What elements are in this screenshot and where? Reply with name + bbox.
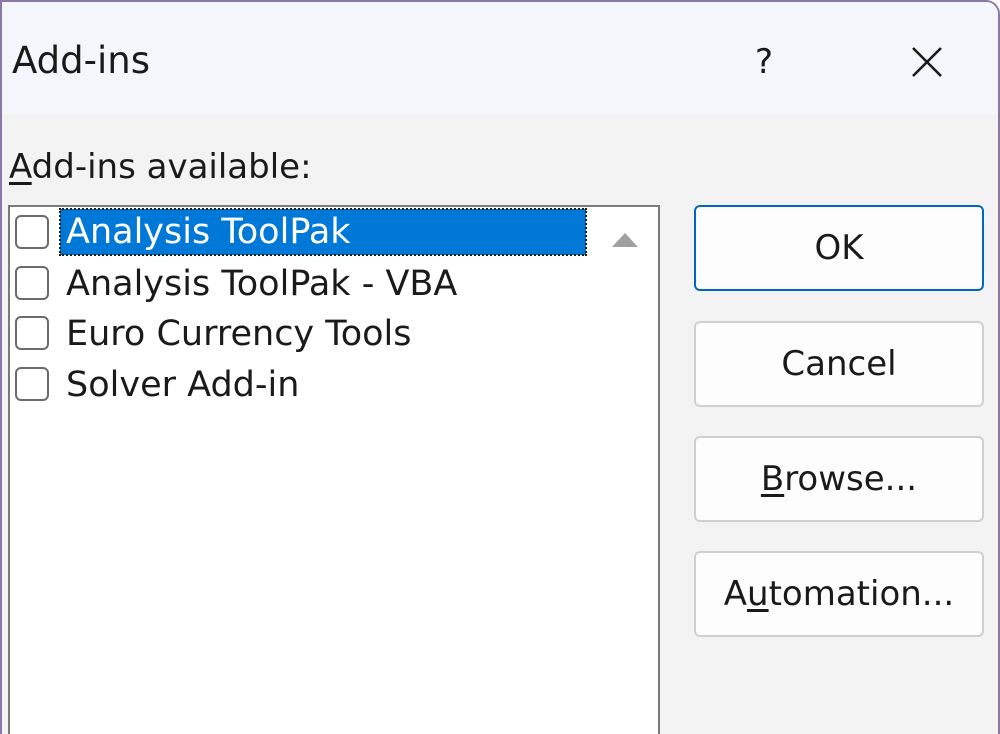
automation-text: tomation... [768, 574, 955, 614]
close-icon [912, 47, 942, 77]
label-text: dd-ins available: [31, 147, 312, 187]
cancel-button[interactable]: Cancel [694, 321, 984, 407]
automation-accelerator: u [747, 574, 769, 614]
add-ins-listbox[interactable]: Analysis ToolPak Analysis ToolPak - VBA … [8, 205, 660, 734]
help-button[interactable]: ? [734, 30, 794, 94]
label-accelerator: A [9, 147, 32, 187]
list-item-label: Solver Add-in [66, 364, 300, 405]
list-item-analysis-toolpak[interactable]: Analysis ToolPak [10, 207, 596, 258]
automation-prefix: A [723, 574, 748, 614]
ok-button[interactable]: OK [694, 205, 984, 291]
browse-text: rowse... [784, 459, 918, 499]
automation-button[interactable]: Automation... [694, 551, 984, 637]
add-ins-available-label: Add-ins available: [9, 150, 312, 184]
automation-button-label: Automation... [724, 574, 954, 614]
add-ins-list: Analysis ToolPak Analysis ToolPak - VBA … [10, 207, 596, 409]
title-bar: Add-ins ? [2, 2, 998, 114]
checkbox-solver-add-in[interactable] [15, 366, 49, 401]
close-button[interactable] [882, 26, 972, 98]
ok-button-label: OK [814, 228, 864, 268]
vertical-scrollbar[interactable] [596, 207, 658, 734]
dialog-title: Add-ins [12, 39, 150, 82]
list-item-euro-currency-tools[interactable]: Euro Currency Tools [10, 308, 596, 359]
checkbox-analysis-toolpak-vba[interactable] [15, 265, 49, 300]
help-icon: ? [754, 42, 774, 82]
list-item-label: Euro Currency Tools [66, 314, 412, 354]
browse-button[interactable]: Browse... [694, 436, 984, 522]
list-item-label: Analysis ToolPak - VBA [66, 263, 458, 304]
list-item-label: Analysis ToolPak [59, 208, 587, 256]
checkbox-euro-currency-tools[interactable] [15, 316, 49, 350]
list-item-analysis-toolpak-vba[interactable]: Analysis ToolPak - VBA [10, 258, 596, 309]
list-item-solver-add-in[interactable]: Solver Add-in [10, 359, 596, 410]
add-ins-dialog: Add-ins ? Add-ins available: Analysis To… [0, 0, 1000, 734]
cancel-button-label: Cancel [781, 344, 897, 384]
browse-button-label: Browse... [761, 459, 917, 499]
browse-accelerator: B [760, 459, 785, 499]
checkbox-analysis-toolpak[interactable] [15, 215, 49, 249]
scroll-up-arrow-icon[interactable] [612, 233, 638, 247]
